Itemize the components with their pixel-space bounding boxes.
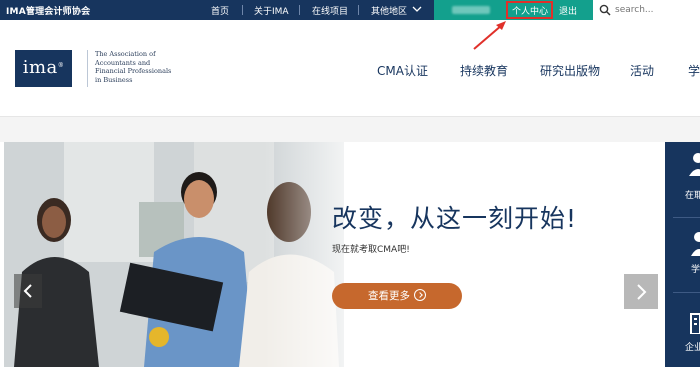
view-more-button[interactable]: 查看更多 (332, 283, 462, 309)
tagline-line: in Business (95, 75, 133, 84)
main-nav-events[interactable]: 活动 (630, 62, 654, 79)
account-area: 个人中心 退出 (434, 0, 593, 20)
main-nav-research[interactable]: 研究出版物 (540, 62, 600, 79)
main-nav-cma[interactable]: CMA认证 (377, 62, 428, 79)
annotation-arrow (473, 21, 506, 50)
tagline-line: Financial Professionals (95, 67, 172, 75)
carousel-next-button[interactable] (624, 274, 658, 309)
ima-logo[interactable]: ima® (15, 50, 72, 87)
nav-divider (358, 5, 359, 15)
view-more-label: 查看更多 (368, 290, 410, 302)
rail-item-enterprise[interactable]: 企业 (665, 302, 700, 367)
main-nav-more[interactable]: 学 (688, 62, 700, 79)
rail-label: 企业 (685, 343, 700, 353)
logo-tagline: The Association of Accountants and Finan… (95, 50, 185, 84)
building-icon (690, 313, 700, 334)
search-box[interactable] (593, 0, 700, 20)
registered-mark: ® (57, 62, 65, 69)
search-icon[interactable] (599, 4, 611, 16)
tagline-line: Accountants and (95, 58, 151, 67)
hero-subtitle: 现在就考取CMA吧! (332, 245, 410, 255)
main-nav-education[interactable]: 持续教育 (460, 62, 508, 79)
nav-link-about[interactable]: 关于IMA (254, 4, 289, 17)
header-divider-band (0, 116, 700, 142)
logout-link[interactable]: 退出 (559, 4, 577, 17)
rail-label: 在耶 (685, 191, 700, 201)
nav-link-online[interactable]: 在线项目 (312, 4, 348, 17)
rail-item-online[interactable]: 在耶 (665, 142, 700, 212)
username-redacted (452, 6, 490, 14)
hero-banner: 改变，从这一刻开始! 现在就考取CMA吧! 查看更多 (4, 142, 665, 367)
highlight-box (506, 1, 553, 19)
org-name: IMA管理会计师协会 (6, 7, 91, 17)
rail-item-study[interactable]: 学 (665, 222, 700, 292)
nav-link-regions[interactable]: 其他地区 (371, 4, 407, 17)
graduate-icon (691, 232, 700, 256)
tagline-line: The Association of (95, 50, 156, 58)
rail-divider (673, 292, 700, 293)
arrow-right-circle-icon (414, 289, 426, 301)
chevron-right-icon (637, 283, 647, 300)
chevron-left-icon (23, 284, 32, 298)
chevron-down-icon[interactable] (412, 3, 422, 15)
carousel-prev-button[interactable] (14, 274, 42, 308)
nav-divider (242, 5, 243, 15)
top-utility-bar: IMA管理会计师协会 首页 关于IMA 在线项目 其他地区 个人中心 退出 (0, 0, 700, 20)
hero-title: 改变，从这一刻开始! (332, 204, 578, 233)
rail-label: 学 (691, 265, 700, 275)
nav-link-home[interactable]: 首页 (211, 4, 229, 17)
side-rail: 在耶 学 企业 (665, 142, 700, 367)
logo-divider (87, 50, 88, 87)
rail-divider (673, 217, 700, 218)
nav-divider (299, 5, 300, 15)
user-icon (689, 153, 700, 176)
logo-text: ima (22, 57, 58, 78)
search-input[interactable] (615, 3, 695, 17)
